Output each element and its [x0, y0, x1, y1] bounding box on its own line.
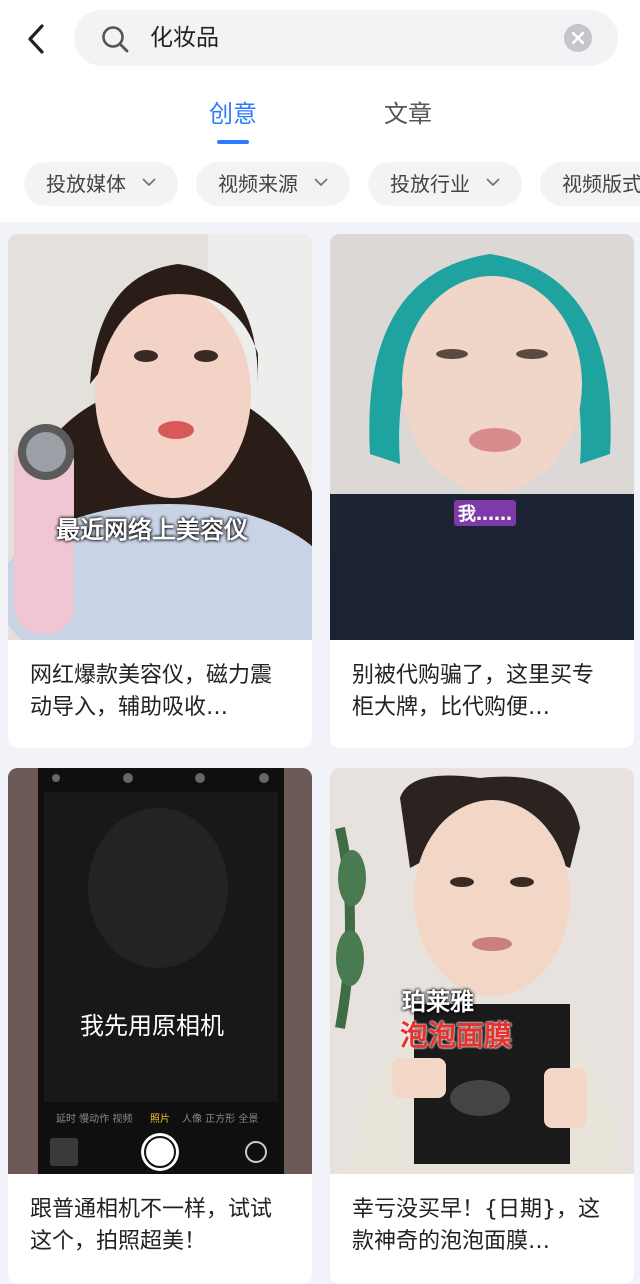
chevron-down-icon — [314, 178, 328, 187]
top-bar: 化妆品 — [0, 0, 640, 80]
filter-label: 视频来源 — [218, 172, 298, 196]
filter-label: 投放媒体 — [46, 172, 126, 196]
card-title: 网红爆款美容仪，磁力震动导入，辅助吸收… — [30, 663, 273, 720]
thumbnail-caption-brand: 珀莱雅 — [402, 988, 474, 1016]
video-thumbnail: 我…… — [330, 234, 634, 640]
thumbnail-caption: 我先用原相机 — [80, 1012, 224, 1040]
video-thumbnail: 延时 慢动作 视频 照片 人像 正方形 全景 我先用原相机 — [8, 768, 312, 1174]
chevron-down-icon — [142, 178, 156, 187]
back-arrow-icon[interactable] — [22, 20, 54, 58]
search-query[interactable]: 化妆品 — [150, 23, 219, 53]
card-title: 跟普通相机不一样，试试这个，拍照超美！ — [30, 1197, 273, 1254]
card-title: 幸亏没买早！{日期}，这款神奇的泡泡面膜… — [352, 1197, 600, 1254]
clear-icon[interactable] — [564, 24, 592, 52]
svg-text:照片: 照片 — [150, 1112, 170, 1125]
search-icon — [102, 26, 129, 53]
filter-source[interactable]: 视频来源 — [196, 162, 350, 206]
filter-label: 投放行业 — [390, 172, 470, 196]
video-thumbnail: 珀莱雅 泡泡面膜 — [330, 768, 634, 1174]
filter-label: 视频版式 — [562, 172, 640, 196]
card-title: 别被代购骗了，这里买专柜大牌，比代购便… — [352, 663, 595, 720]
creative-card[interactable]: 延时 慢动作 视频 照片 人像 正方形 全景 我先用原相机 跟普通相机不一样，试… — [8, 768, 312, 1284]
thumbnail-caption-product: 泡泡面膜 — [400, 1019, 513, 1052]
tab-creative[interactable]: 创意 — [209, 98, 257, 130]
search-box[interactable]: 化妆品 — [74, 10, 618, 66]
thumbnail-caption: 最近网络上美容仪 — [56, 516, 248, 544]
creative-card[interactable]: 珀莱雅 泡泡面膜 幸亏没买早！{日期}，这款神奇的泡泡面膜… — [330, 768, 634, 1284]
filter-bar: 投放媒体 视频来源 投放行业 视频版式 — [0, 150, 640, 222]
active-tab-indicator — [217, 140, 249, 144]
filter-industry[interactable]: 投放行业 — [368, 162, 522, 206]
chevron-down-icon — [486, 178, 500, 187]
filter-format[interactable]: 视频版式 — [540, 162, 640, 206]
thumbnail-art — [330, 234, 634, 640]
thumbnail-art — [8, 234, 312, 640]
creative-card[interactable]: 我…… 别被代购骗了，这里买专柜大牌，比代购便… — [330, 234, 634, 748]
tab-bar: 创意 文章 — [0, 80, 640, 150]
creative-card[interactable]: 最近网络上美容仪 网红爆款美容仪，磁力震动导入，辅助吸收… — [8, 234, 312, 748]
filter-media[interactable]: 投放媒体 — [24, 162, 178, 206]
tab-articles[interactable]: 文章 — [384, 98, 432, 130]
thumbnail-art — [330, 768, 634, 1174]
video-thumbnail: 最近网络上美容仪 — [8, 234, 312, 640]
svg-text:延时 慢动作 视频: 延时 慢动作 视频 — [56, 1112, 132, 1125]
svg-text:人像 正方形 全景: 人像 正方形 全景 — [182, 1112, 258, 1125]
thumbnail-art: 延时 慢动作 视频 照片 人像 正方形 全景 — [8, 768, 312, 1174]
thumbnail-caption: 我…… — [454, 500, 516, 526]
